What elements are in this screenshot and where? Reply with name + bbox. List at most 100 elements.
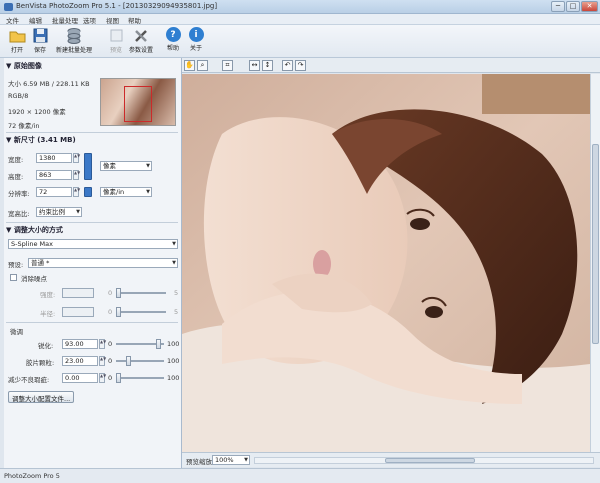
preset-value: 普通 * bbox=[31, 259, 50, 267]
settings-panel: ▼ 原始图像 大小 6.59 MB / 228.11 KB RGB/8 1920… bbox=[4, 58, 182, 468]
noise-radius-slider[interactable] bbox=[116, 307, 176, 317]
resize-method-header[interactable]: ▼ 调整大小的方式 bbox=[6, 225, 63, 235]
app-icon bbox=[4, 3, 13, 11]
menu-file[interactable]: 文件 bbox=[6, 15, 19, 25]
noise-strength-input[interactable] bbox=[62, 288, 94, 298]
film-grain-slider[interactable] bbox=[116, 356, 166, 366]
fit-width-icon[interactable]: ↔ bbox=[249, 60, 260, 71]
noise-radius-label: 半径: bbox=[40, 310, 56, 318]
noise-reduction-label: 消除噪点 bbox=[21, 275, 47, 283]
sharpen-min: 0 bbox=[108, 340, 113, 348]
title-bar: BenVista PhotoZoom Pro 5.1 - [2013032909… bbox=[0, 0, 600, 14]
settings-button[interactable]: 参数设置 bbox=[126, 27, 156, 56]
resolution-unit-select[interactable]: 像素/in ▼ bbox=[100, 187, 152, 197]
sharpen-label: 锐化: bbox=[38, 342, 54, 350]
resolution-unit-value: 像素/in bbox=[103, 188, 125, 196]
noise-strength-slider[interactable] bbox=[116, 288, 176, 298]
film-grain-input[interactable]: 23.00 bbox=[62, 356, 98, 366]
original-resolution: 72 像素/in bbox=[8, 122, 40, 130]
crop-tool-icon[interactable]: ⌗ bbox=[222, 60, 233, 71]
database-icon bbox=[65, 27, 83, 44]
scrollbar-thumb[interactable] bbox=[592, 144, 599, 344]
close-button[interactable]: ✕ bbox=[581, 1, 598, 12]
chevron-down-icon: ▼ bbox=[172, 260, 176, 266]
scrollbar-thumb[interactable] bbox=[385, 458, 475, 463]
slider-thumb[interactable] bbox=[155, 339, 161, 349]
menu-bar: 文件 编辑 批量处理 选项 视图 帮助 bbox=[0, 14, 600, 25]
height-spinner[interactable]: ▲▼ bbox=[73, 170, 80, 180]
chevron-down-icon: ▼ bbox=[76, 209, 80, 215]
horizontal-scrollbar[interactable] bbox=[254, 457, 594, 464]
sharpen-spinner[interactable]: ▲▼ bbox=[99, 339, 106, 349]
width-label: 宽度: bbox=[8, 156, 24, 164]
artifact-reduction-slider[interactable] bbox=[116, 373, 166, 383]
menu-options[interactable]: 选项 bbox=[83, 15, 96, 25]
save-label: 保存 bbox=[33, 47, 46, 54]
film-grain-label: 胶片颗粒: bbox=[26, 359, 55, 367]
settings-label: 参数设置 bbox=[128, 47, 153, 54]
slider-thumb[interactable] bbox=[116, 307, 121, 317]
portrait-photo bbox=[182, 74, 590, 452]
resolution-input[interactable]: 72 bbox=[36, 187, 72, 197]
menu-view[interactable]: 视图 bbox=[106, 15, 119, 25]
menu-edit[interactable]: 编辑 bbox=[29, 15, 42, 25]
size-unit-value: 像素 bbox=[103, 162, 116, 170]
new-batch-button[interactable]: 新建批量处理 bbox=[52, 27, 96, 56]
artifact-reduction-spinner[interactable]: ▲▼ bbox=[99, 373, 106, 383]
slider-thumb[interactable] bbox=[116, 373, 121, 383]
noise-radius-input[interactable] bbox=[62, 307, 94, 317]
size-unit-select[interactable]: 像素 ▼ bbox=[100, 161, 152, 171]
minimize-button[interactable]: ─ bbox=[551, 1, 565, 12]
artifact-reduction-min: 0 bbox=[108, 374, 113, 382]
height-input[interactable]: 863 bbox=[36, 170, 72, 180]
resolution-spinner[interactable]: ▲▼ bbox=[73, 187, 80, 197]
sharpen-slider[interactable] bbox=[116, 339, 166, 349]
slider-thumb[interactable] bbox=[125, 356, 131, 366]
preset-label: 预设: bbox=[8, 261, 24, 269]
aspect-ratio-select[interactable]: 约束比例 ▼ bbox=[36, 207, 82, 217]
film-grain-max: 100 bbox=[167, 357, 180, 365]
save-button[interactable]: 保存 bbox=[25, 27, 55, 56]
slider-thumb[interactable] bbox=[116, 288, 121, 298]
noise-strength-label: 强度: bbox=[40, 291, 56, 299]
maximize-button[interactable]: □ bbox=[566, 1, 580, 12]
rotate-right-icon[interactable]: ↷ bbox=[295, 60, 306, 71]
artifact-reduction-max: 100 bbox=[167, 374, 180, 382]
resize-profile-button[interactable]: 调整大小配置文件... bbox=[8, 391, 75, 403]
chevron-down-icon: ▼ bbox=[146, 163, 150, 169]
resize-method-select[interactable]: S-Spline Max ▼ bbox=[8, 239, 178, 249]
width-spinner[interactable]: ▲▼ bbox=[73, 153, 80, 163]
info-icon: i bbox=[188, 27, 204, 42]
artifact-reduction-input[interactable]: 0.00 bbox=[62, 373, 98, 383]
image-thumbnail[interactable] bbox=[100, 78, 176, 126]
tuning-header: 微调 bbox=[10, 328, 23, 336]
noise-reduction-checkbox[interactable] bbox=[10, 274, 17, 281]
slider-track bbox=[116, 292, 166, 294]
rotate-left-icon[interactable]: ↶ bbox=[282, 60, 293, 71]
noise-radius-max: 5 bbox=[174, 308, 179, 316]
slider-track bbox=[116, 360, 164, 362]
sharpen-input[interactable]: 93.00 bbox=[62, 339, 98, 349]
view-toolbar: ✋ ⌕ ⌗ ↔ ↕ ↶ ↷ bbox=[182, 58, 600, 73]
original-image-header[interactable]: ▼ 原始图像 bbox=[6, 61, 42, 71]
menu-batch[interactable]: 批量处理 bbox=[52, 15, 78, 25]
resolution-link-icon[interactable] bbox=[84, 187, 92, 197]
image-preview[interactable] bbox=[182, 74, 590, 452]
resize-method-value: S-Spline Max bbox=[11, 240, 53, 248]
preset-select[interactable]: 普通 * ▼ bbox=[28, 258, 178, 268]
noise-strength-min: 0 bbox=[108, 289, 113, 297]
about-button[interactable]: i 关于 bbox=[181, 27, 211, 56]
zoom-select[interactable]: 100% ▼ bbox=[212, 455, 250, 465]
fit-height-icon[interactable]: ↕ bbox=[262, 60, 273, 71]
zoom-tool-icon[interactable]: ⌕ bbox=[197, 60, 208, 71]
new-size-header[interactable]: ▼ 新尺寸 (3.41 MB) bbox=[6, 135, 76, 145]
slider-track bbox=[116, 311, 166, 313]
hand-tool-icon[interactable]: ✋ bbox=[184, 60, 195, 71]
noise-strength-max: 5 bbox=[174, 289, 179, 297]
vertical-scrollbar[interactable] bbox=[590, 74, 600, 452]
width-input[interactable]: 1380 bbox=[36, 153, 72, 163]
thumbnail-view-frame[interactable] bbox=[124, 86, 152, 122]
menu-help[interactable]: 帮助 bbox=[128, 15, 141, 25]
link-icon[interactable] bbox=[84, 153, 92, 180]
film-grain-spinner[interactable]: ▲▼ bbox=[99, 356, 106, 366]
